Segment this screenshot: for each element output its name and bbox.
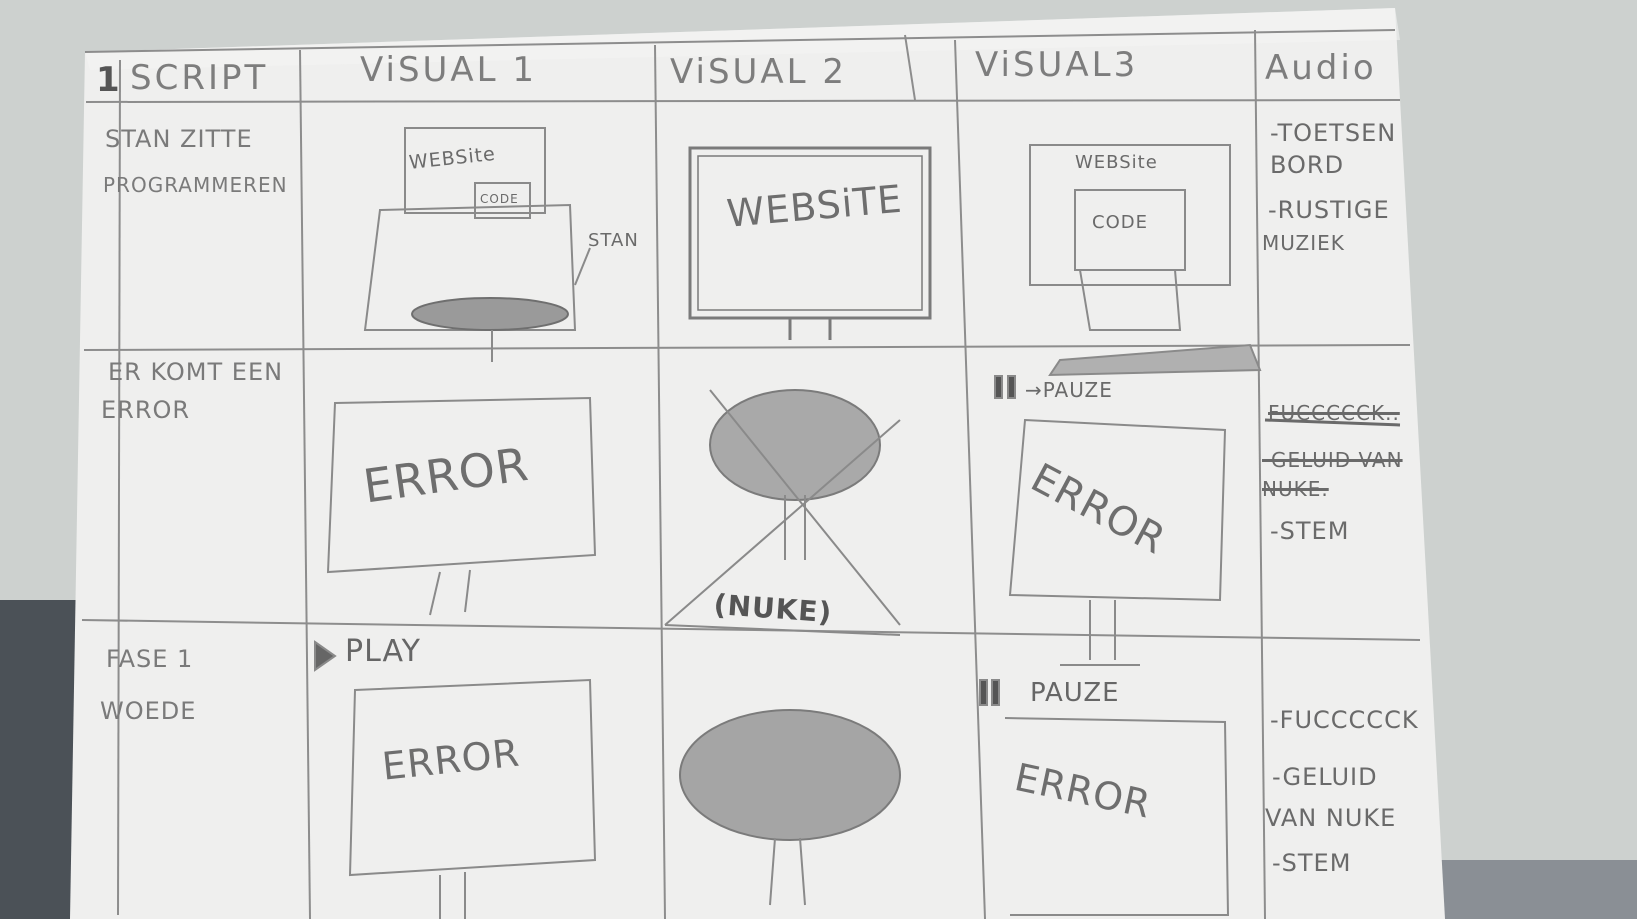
header-visual3: ViSUAL3 [975, 45, 1139, 85]
desk-edge [1420, 860, 1637, 919]
row3-visual1-play: PLAY [345, 634, 422, 669]
row2-audio-4: -STEM [1270, 517, 1350, 545]
row1-audio-1: -TOETSEN [1270, 119, 1397, 147]
row3-script-line1: FASE 1 [106, 645, 194, 673]
row3-script-line2: WOEDE [100, 697, 197, 725]
row2-script-line1: ER KOMT EEN [108, 358, 284, 386]
row1-audio-4: MUZIEK [1262, 231, 1345, 255]
row3-audio-1: -FUCCCCCK [1270, 706, 1419, 734]
row1-visual1-code: CODE [480, 192, 519, 206]
row3-audio-3: VAN NUKE [1265, 804, 1397, 832]
row1-script-line1: STAN ZITTE [105, 125, 253, 153]
header-visual2: ViSUAL 2 [670, 52, 848, 92]
row2-audio-1: FUCCCCCK.. [1268, 401, 1400, 425]
row2-audio-3: NUKE. [1262, 477, 1329, 501]
row3-visual3-pause: PAUZE [1030, 678, 1120, 708]
row1-visual3-code: CODE [1092, 212, 1148, 233]
header-script: SCRIPT [130, 58, 269, 98]
row3-audio-2: -GELUID [1272, 763, 1378, 791]
row1-script-line2: PROGRAMMEREN [103, 173, 288, 197]
row1-audio-2: BORD [1270, 151, 1345, 179]
row1-visual3-website: WEBSite [1075, 152, 1158, 173]
row2-script-line2: ERROR [101, 396, 191, 424]
row1-audio-3: -RUSTIGE [1268, 196, 1390, 224]
row1-visual1-stan-label: STAN [588, 230, 639, 251]
storyboard-number: 1 [96, 60, 123, 100]
row2-audio-2: -GELUID VAN [1262, 448, 1403, 472]
header-audio: Audio [1265, 48, 1377, 88]
row2-visual3-pause: →PAUZE [1025, 378, 1113, 402]
row3-audio-4: -STEM [1272, 849, 1352, 877]
header-visual1: ViSUAL 1 [360, 50, 538, 90]
